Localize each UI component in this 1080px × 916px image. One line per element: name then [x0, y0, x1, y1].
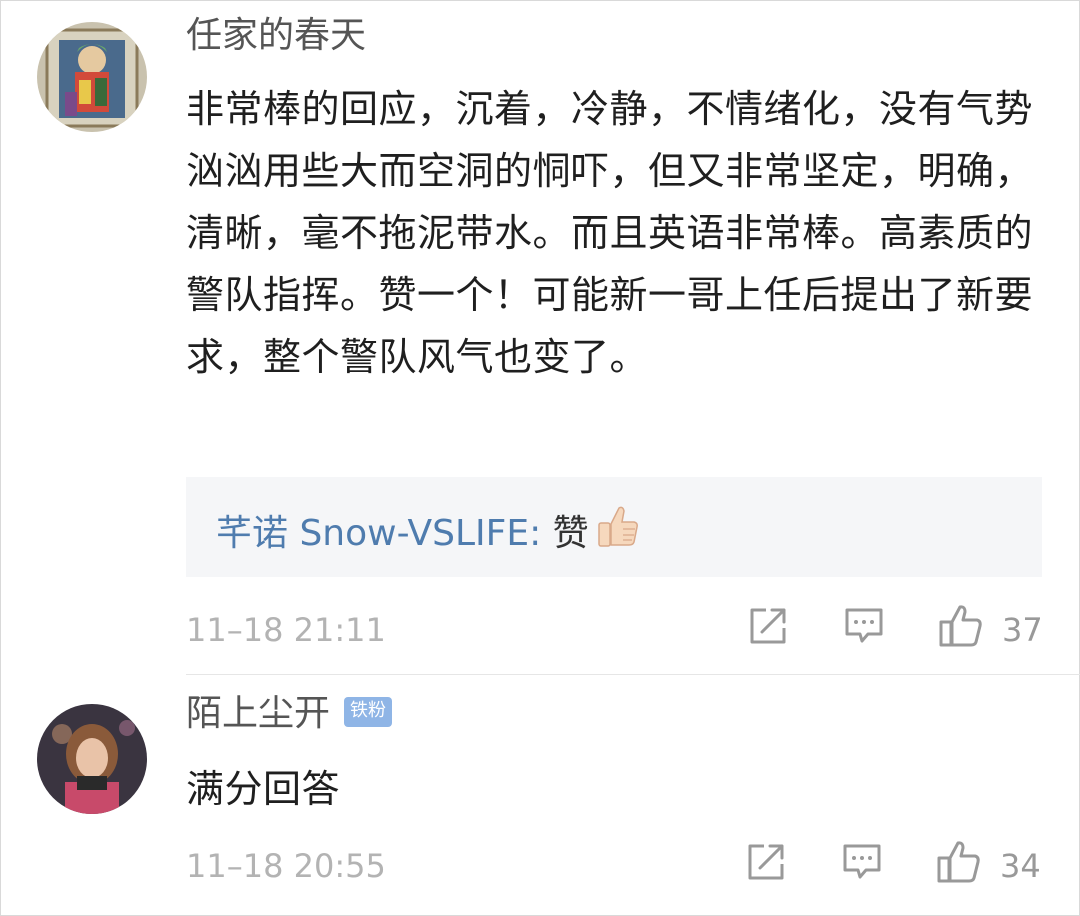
fan-badge[interactable]: 铁粉: [344, 697, 393, 727]
like-count: 34: [1000, 847, 1041, 885]
comment-text: 满分回答: [186, 767, 341, 811]
avatar-painting-image: [37, 22, 147, 132]
comment-text: 非常棒的回应，沉着，冷静，不情绪化，没有气势汹汹用些大而空洞的恫吓，但又非常坚定…: [186, 87, 1034, 379]
like-icon[interactable]: [938, 604, 982, 648]
comment-meta-row: 11–18 21:11 37: [186, 604, 1056, 654]
username-text[interactable]: 任家的春天: [186, 15, 366, 56]
comment-username[interactable]: 任家的春天: [186, 16, 366, 56]
reply-box[interactable]: 芊诺 Snow-VSLIFE: 赞: [186, 477, 1042, 577]
user-avatar[interactable]: [37, 22, 147, 132]
reply-author[interactable]: 芊诺 Snow-VSLIFE:: [216, 513, 541, 554]
like-icon[interactable]: [936, 840, 980, 884]
thumbs-up-emoji-icon: [593, 502, 641, 560]
avatar-photo-image: [37, 704, 147, 814]
reply-line: 芊诺 Snow-VSLIFE: 赞: [216, 506, 641, 564]
reply-content: 赞: [541, 513, 589, 554]
comment-timestamp: 11–18 21:11: [186, 611, 386, 649]
comment-icon[interactable]: [842, 604, 886, 648]
share-icon[interactable]: [746, 604, 790, 648]
like-count: 37: [1002, 611, 1043, 649]
comment-divider: [186, 674, 1080, 675]
share-icon[interactable]: [744, 840, 788, 884]
username-text[interactable]: 陌上尘开: [186, 693, 330, 734]
user-avatar[interactable]: [37, 704, 147, 814]
comment-icon[interactable]: [840, 840, 884, 884]
comment-timestamp: 11–18 20:55: [186, 847, 386, 885]
comment-meta-row: 11–18 20:55 34: [186, 840, 1056, 890]
comment-username[interactable]: 陌上尘开 铁粉: [186, 693, 393, 734]
